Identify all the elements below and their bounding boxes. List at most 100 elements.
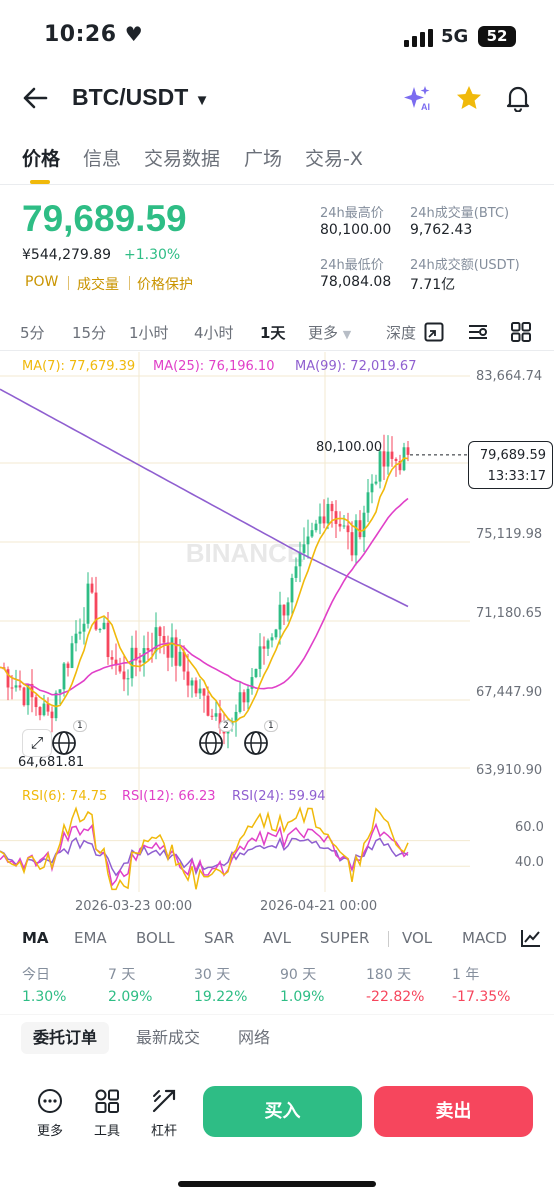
interval-4h[interactable]: 4小时 <box>194 322 234 343</box>
candle-body <box>178 651 182 666</box>
globe-event-icon[interactable] <box>198 730 224 756</box>
interval-5m[interactable]: 5分 <box>20 322 45 343</box>
interval-depth[interactable]: 深度 <box>386 322 416 343</box>
candle-body <box>274 629 278 638</box>
candle-body <box>282 604 286 616</box>
candle-body <box>190 680 194 686</box>
more-button[interactable]: 更多 <box>28 1088 72 1139</box>
last-price-box[interactable]: 79,689.59 13:33:17 <box>468 441 553 489</box>
high-marker: 80,100.00 <box>316 440 383 455</box>
candle-body <box>38 707 42 716</box>
candle-body <box>394 458 398 461</box>
candle-body <box>202 688 206 696</box>
vol-btc-label: 24h成交量(BTC) <box>410 206 510 221</box>
tag-volume[interactable]: 成交量 <box>77 274 119 294</box>
indicator-vol[interactable]: VOL <box>402 929 432 947</box>
tab-network[interactable]: 网络 <box>226 1022 282 1054</box>
interval-1d[interactable]: 1天 <box>260 322 285 343</box>
indicator-sar[interactable]: SAR <box>204 929 234 947</box>
candle-body <box>138 660 142 663</box>
indicator-avl[interactable]: AVL <box>263 929 291 947</box>
indicator-divider <box>388 931 389 947</box>
tab-trade-x[interactable]: 交易-X <box>305 144 363 171</box>
expand-events-icon[interactable]: ⤢ <box>22 729 52 757</box>
cny-price: ¥544,279.89 <box>22 247 112 263</box>
leverage-button[interactable]: 杠杆 <box>142 1088 186 1139</box>
tabs-divider <box>0 184 554 185</box>
perf-value: -17.35% <box>452 989 511 1005</box>
chart-settings-icon[interactable] <box>467 322 489 342</box>
candle-body <box>22 687 26 706</box>
interval-1h[interactable]: 1小时 <box>129 322 169 343</box>
candle-body <box>82 623 86 632</box>
indicator-ma[interactable]: MA <box>22 929 49 947</box>
countdown-label: 13:33:17 <box>487 469 546 484</box>
high-value: 80,100.00 <box>320 222 392 238</box>
candle-body <box>370 483 374 493</box>
ai-sparkle-icon[interactable]: AI <box>403 85 433 113</box>
perf-value: 1.09% <box>280 989 325 1005</box>
bell-icon[interactable] <box>505 84 531 112</box>
candle-body <box>186 671 190 686</box>
tools-button[interactable]: 工具 <box>85 1088 129 1139</box>
rsi-tick: 60.0 <box>515 820 544 835</box>
candle-body <box>18 685 22 688</box>
more-dots-icon <box>38 1089 62 1113</box>
tag-price-protection[interactable]: 价格保护 <box>137 274 193 294</box>
tab-latest-trades[interactable]: 最新成交 <box>124 1022 212 1054</box>
buy-button[interactable]: 买入 <box>203 1086 362 1137</box>
candle-body <box>110 657 114 660</box>
rsi12-legend: RSI(12): 66.23 <box>122 789 216 804</box>
interval-15m[interactable]: 15分 <box>72 322 106 343</box>
candle-body <box>50 711 54 719</box>
tab-open-orders[interactable]: 委托订单 <box>21 1022 110 1054</box>
tab-square[interactable]: 广场 <box>244 144 282 171</box>
ma99-line <box>0 388 409 608</box>
grid-layout-icon[interactable] <box>511 322 531 342</box>
candle-body <box>350 532 354 556</box>
signal-icon <box>404 29 433 47</box>
interval-more[interactable]: 更多 ▼ <box>308 322 351 343</box>
leverage-icon <box>152 1089 176 1113</box>
vol-usdt-value: 7.71亿 <box>410 277 456 293</box>
indicator-ema[interactable]: EMA <box>74 929 107 947</box>
tag-divider <box>68 276 69 290</box>
home-indicator <box>178 1181 376 1187</box>
indicator-super[interactable]: SUPER <box>320 929 369 947</box>
tab-trading-data[interactable]: 交易数据 <box>144 144 220 171</box>
globe-event-icon[interactable] <box>51 730 77 756</box>
candle-body <box>334 511 338 524</box>
low-marker: 64,681.81 <box>18 755 85 770</box>
candle-body <box>258 646 262 669</box>
candle-body <box>162 635 166 643</box>
candle-body <box>62 663 66 690</box>
rsi-panel <box>0 806 470 891</box>
pair-selector[interactable]: BTC/USDT ▼ <box>72 84 210 111</box>
fullscreen-icon[interactable] <box>424 322 444 342</box>
candle-body <box>390 451 394 459</box>
perf-value: 2.09% <box>108 989 153 1005</box>
perf-label: 1 年 <box>452 967 480 983</box>
perf-label: 90 天 <box>280 967 317 983</box>
y-tick: 63,910.90 <box>476 763 543 778</box>
svg-text:AI: AI <box>421 102 430 112</box>
tab-info[interactable]: 信息 <box>83 144 121 171</box>
indicator-boll[interactable]: BOLL <box>136 929 175 947</box>
candle-body <box>318 516 322 524</box>
watermark: BINANCE <box>186 538 304 568</box>
favorite-star-icon[interactable] <box>455 84 483 112</box>
y-tick: 71,180.65 <box>476 606 543 621</box>
candle-body <box>214 713 218 717</box>
tab-price[interactable]: 价格 <box>22 144 60 171</box>
candle-body <box>118 665 122 672</box>
sell-button[interactable]: 卖出 <box>374 1086 533 1137</box>
tag-divider <box>129 276 130 290</box>
tag-pow[interactable]: POW <box>25 274 58 290</box>
back-arrow-icon[interactable] <box>22 86 48 110</box>
candle-body <box>358 520 362 538</box>
globe-event-icon[interactable] <box>243 730 269 756</box>
indicator-settings-icon[interactable] <box>520 928 542 948</box>
indicator-macd[interactable]: MACD <box>462 929 507 947</box>
candle-body <box>262 646 266 649</box>
candlestick-chart[interactable]: BINANCE <box>0 352 554 920</box>
